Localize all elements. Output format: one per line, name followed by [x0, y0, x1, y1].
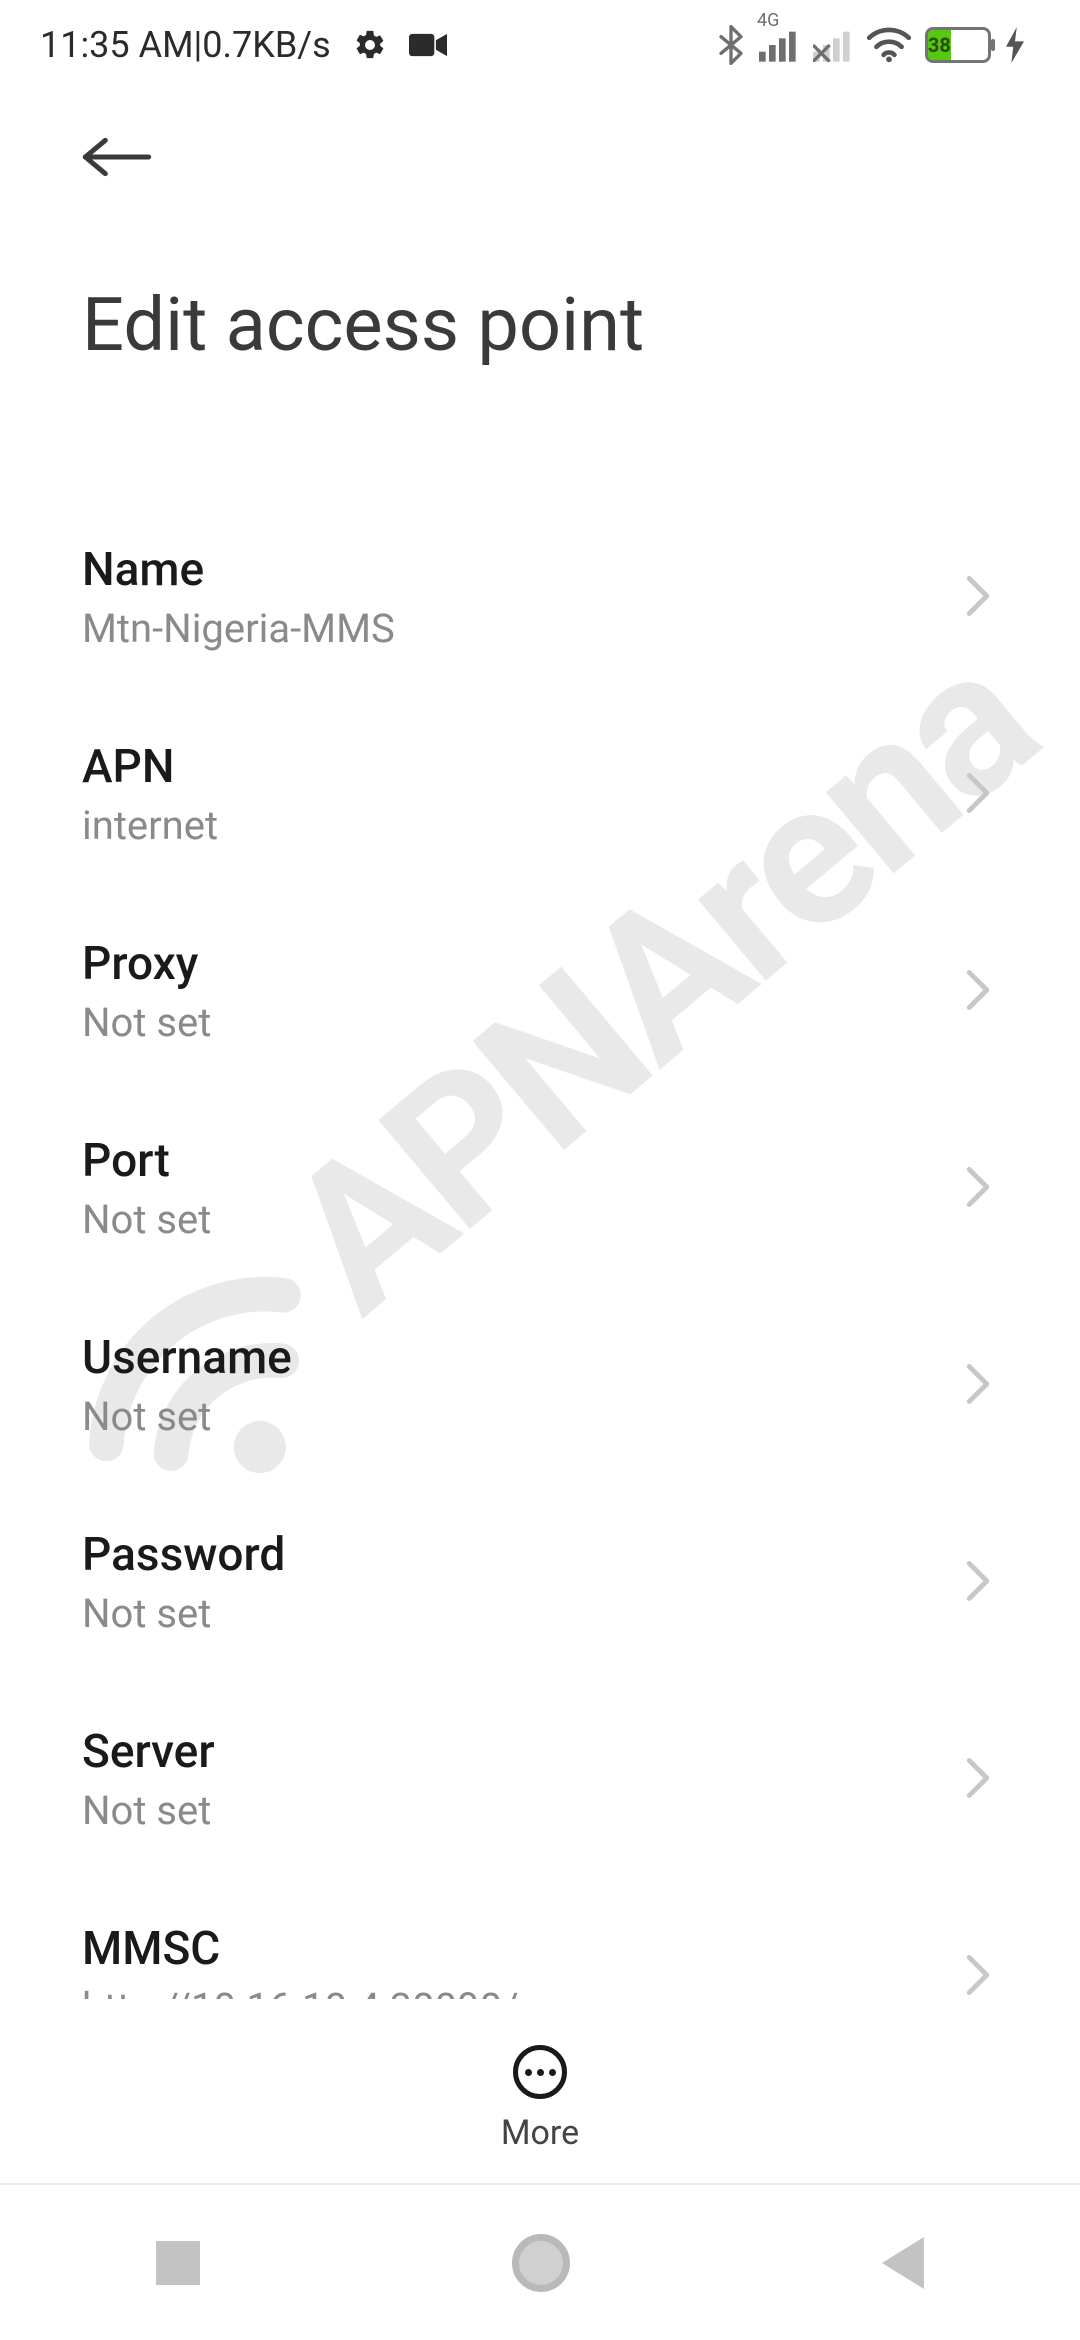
status-left: 11:35 AM | 0.7KB/s	[40, 24, 447, 66]
chevron-right-icon	[964, 1559, 998, 1607]
bottom-toolbar: More	[0, 2005, 1080, 2185]
setting-label: APN	[82, 740, 218, 794]
setting-label: Username	[82, 1331, 292, 1385]
setting-value: Not set	[82, 999, 211, 1046]
nav-recent-button[interactable]	[156, 2241, 200, 2285]
setting-label: Server	[82, 1725, 215, 1779]
chevron-right-icon	[964, 1756, 998, 1804]
setting-value: internet	[82, 802, 218, 849]
setting-item-username[interactable]: Username Not set	[82, 1287, 998, 1484]
setting-item-text: Username Not set	[82, 1331, 292, 1440]
setting-label: MMSC	[82, 1922, 591, 1976]
setting-item-text: APN internet	[82, 740, 218, 849]
setting-value: Not set	[82, 1393, 292, 1440]
setting-item-text: Proxy Not set	[82, 937, 211, 1046]
nav-home-button[interactable]	[512, 2234, 570, 2292]
charging-bolt-icon	[1005, 27, 1025, 63]
more-label: More	[501, 2113, 579, 2153]
nav-back-button[interactable]	[882, 2237, 924, 2289]
more-icon	[513, 2045, 567, 2099]
setting-item-text: MMSC http://10.16.18.4:38090/was	[82, 1922, 591, 1999]
battery-icon: 38	[925, 27, 991, 63]
chevron-right-icon	[964, 771, 998, 819]
signal-no-sim-icon	[813, 28, 853, 62]
chevron-right-icon	[964, 574, 998, 622]
settings-list: Name Mtn-Nigeria-MMS APN internet Proxy Not s…	[0, 499, 1080, 1999]
chevron-right-icon	[964, 1165, 998, 1213]
setting-item-mmsc[interactable]: MMSC http://10.16.18.4:38090/was	[82, 1878, 998, 1999]
more-button[interactable]: More	[501, 2045, 579, 2153]
bluetooth-icon	[717, 25, 745, 65]
setting-value: Mtn-Nigeria-MMS	[82, 605, 395, 652]
status-time: 11:35 AM	[40, 24, 194, 66]
status-sep: |	[194, 24, 203, 66]
setting-value: Not set	[82, 1787, 215, 1834]
setting-value: Not set	[82, 1196, 211, 1243]
camera-video-icon	[409, 30, 447, 60]
setting-label: Port	[82, 1134, 211, 1188]
setting-item-server[interactable]: Server Not set	[82, 1681, 998, 1878]
signal-4g-icon: 4G	[759, 28, 799, 62]
settings-gear-icon	[353, 28, 387, 62]
setting-item-text: Server Not set	[82, 1725, 215, 1834]
wifi-icon	[867, 27, 911, 63]
chevron-right-icon	[964, 1362, 998, 1410]
setting-item-text: Password Not set	[82, 1528, 285, 1637]
android-nav-bar	[0, 2185, 1080, 2340]
header: Edit access point	[0, 90, 1080, 369]
setting-value: http://10.16.18.4:38090/was	[82, 1984, 591, 1999]
setting-item-name[interactable]: Name Mtn-Nigeria-MMS	[82, 499, 998, 696]
status-speed: 0.7KB/s	[202, 24, 330, 66]
setting-item-proxy[interactable]: Proxy Not set	[82, 893, 998, 1090]
back-button[interactable]	[82, 132, 152, 186]
arrow-left-icon	[82, 132, 152, 182]
page-title: Edit access point	[82, 282, 1000, 369]
setting-item-text: Port Not set	[82, 1134, 211, 1243]
setting-label: Name	[82, 543, 395, 597]
setting-item-password[interactable]: Password Not set	[82, 1484, 998, 1681]
setting-value: Not set	[82, 1590, 285, 1637]
setting-item-text: Name Mtn-Nigeria-MMS	[82, 543, 395, 652]
setting-item-apn[interactable]: APN internet	[82, 696, 998, 893]
setting-item-port[interactable]: Port Not set	[82, 1090, 998, 1287]
chevron-right-icon	[964, 968, 998, 1016]
setting-label: Password	[82, 1528, 285, 1582]
setting-label: Proxy	[82, 937, 211, 991]
chevron-right-icon	[964, 1953, 998, 2000]
status-bar: 11:35 AM | 0.7KB/s 4G 38	[0, 0, 1080, 90]
status-right: 4G 38	[717, 25, 1025, 65]
